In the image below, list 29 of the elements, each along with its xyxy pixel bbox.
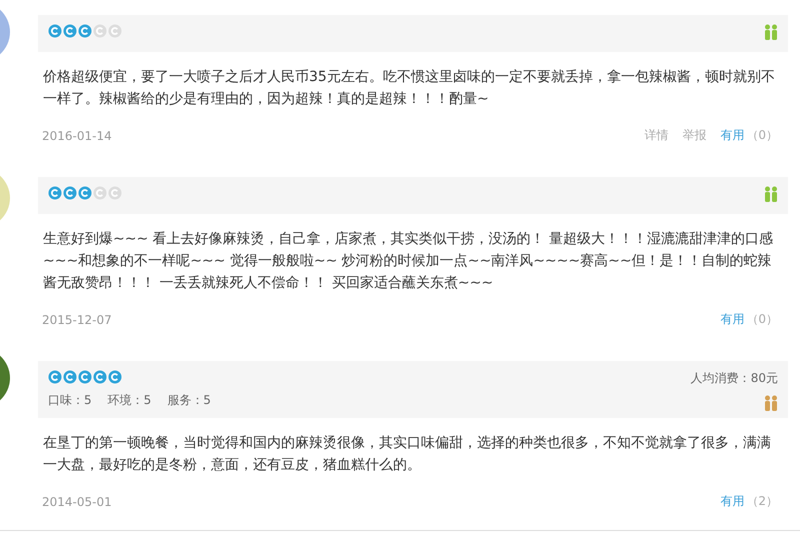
review-date: 2016-01-14	[42, 128, 112, 142]
filled-rating-icon	[78, 24, 92, 38]
filled-rating-icon	[108, 370, 122, 384]
score-text: 口味：5	[48, 392, 92, 409]
action-link[interactable]: 详情	[644, 127, 668, 144]
filled-rating-icon	[63, 24, 77, 38]
filled-rating-icon	[63, 186, 77, 200]
score-text: 服务：5	[167, 392, 211, 409]
review-text: 在垦丁的第一顿晚餐，当时觉得和国内的麻辣烫很像，其实口味偏甜，选择的种类也很多，不知不觉就拿了很多，满满一大盘，最好吃的是冬粉，意面，还有豆皮，猪血糕什么的。	[43, 434, 772, 475]
review-date: 2015-12-07	[42, 312, 112, 326]
review-text: 生意好到爆~~~ 看上去好像麻辣烫，自己拿，店家煮，其实类似干捞，没汤的！ 量超级大！！！湿漉漉甜津津的口感~~~和想象的不一样呢~~~ 觉得一般般啦~~ 炒河粉的时候加一点~~南洋风~~~~赛高~~但！是！！自制的蛇辣酱无敌赞昂！！！ 一丢丢就辣死人不偿命！！ 买回家适合蘸关东煮~~~	[43, 230, 774, 293]
useful-count: （0）	[746, 127, 778, 144]
score-text: 环境：5	[108, 392, 152, 409]
filled-rating-icon	[78, 186, 92, 200]
price-text: 人均消费：80元	[690, 370, 778, 387]
useful-link[interactable]: 有用	[720, 493, 744, 510]
review-date: 2014-05-01	[42, 494, 112, 508]
review-text: 价格超级便宜，要了一大喷子之后才人民币35元左右。吃不惯这里卤味的一定不要就丢掉，拿一包辣椒酱，顿时就别不一样了。辣椒酱给的少是有理由的，因为超辣！真的是超辣！！！酌量~	[43, 68, 776, 109]
useful-count: （0）	[746, 311, 778, 328]
filled-rating-icon	[93, 370, 107, 384]
filled-rating-icon	[78, 370, 92, 384]
action-link[interactable]: 举报	[682, 127, 706, 144]
filled-rating-icon	[48, 370, 62, 384]
useful-link[interactable]: 有用	[720, 311, 744, 328]
filled-rating-icon	[48, 186, 62, 200]
useful-count: （2）	[746, 493, 778, 510]
filled-rating-icon	[48, 24, 62, 38]
filled-rating-icon	[63, 370, 77, 384]
useful-link[interactable]: 有用	[720, 127, 744, 144]
